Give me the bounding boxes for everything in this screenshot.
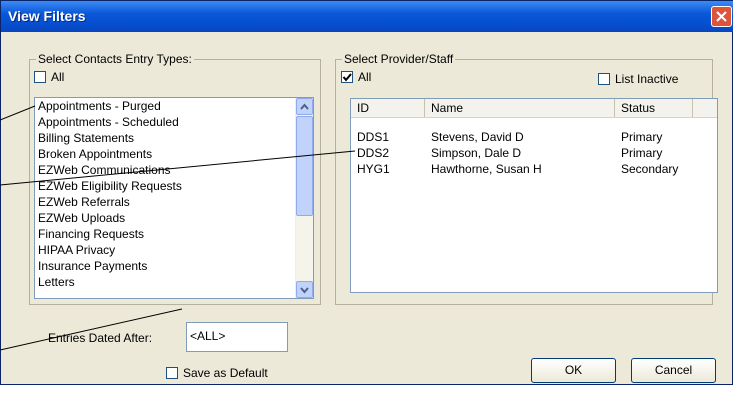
callout-line (0, 150, 356, 186)
callout-line (0, 308, 183, 351)
callout-lines (0, 105, 356, 351)
callout-line (0, 105, 36, 121)
